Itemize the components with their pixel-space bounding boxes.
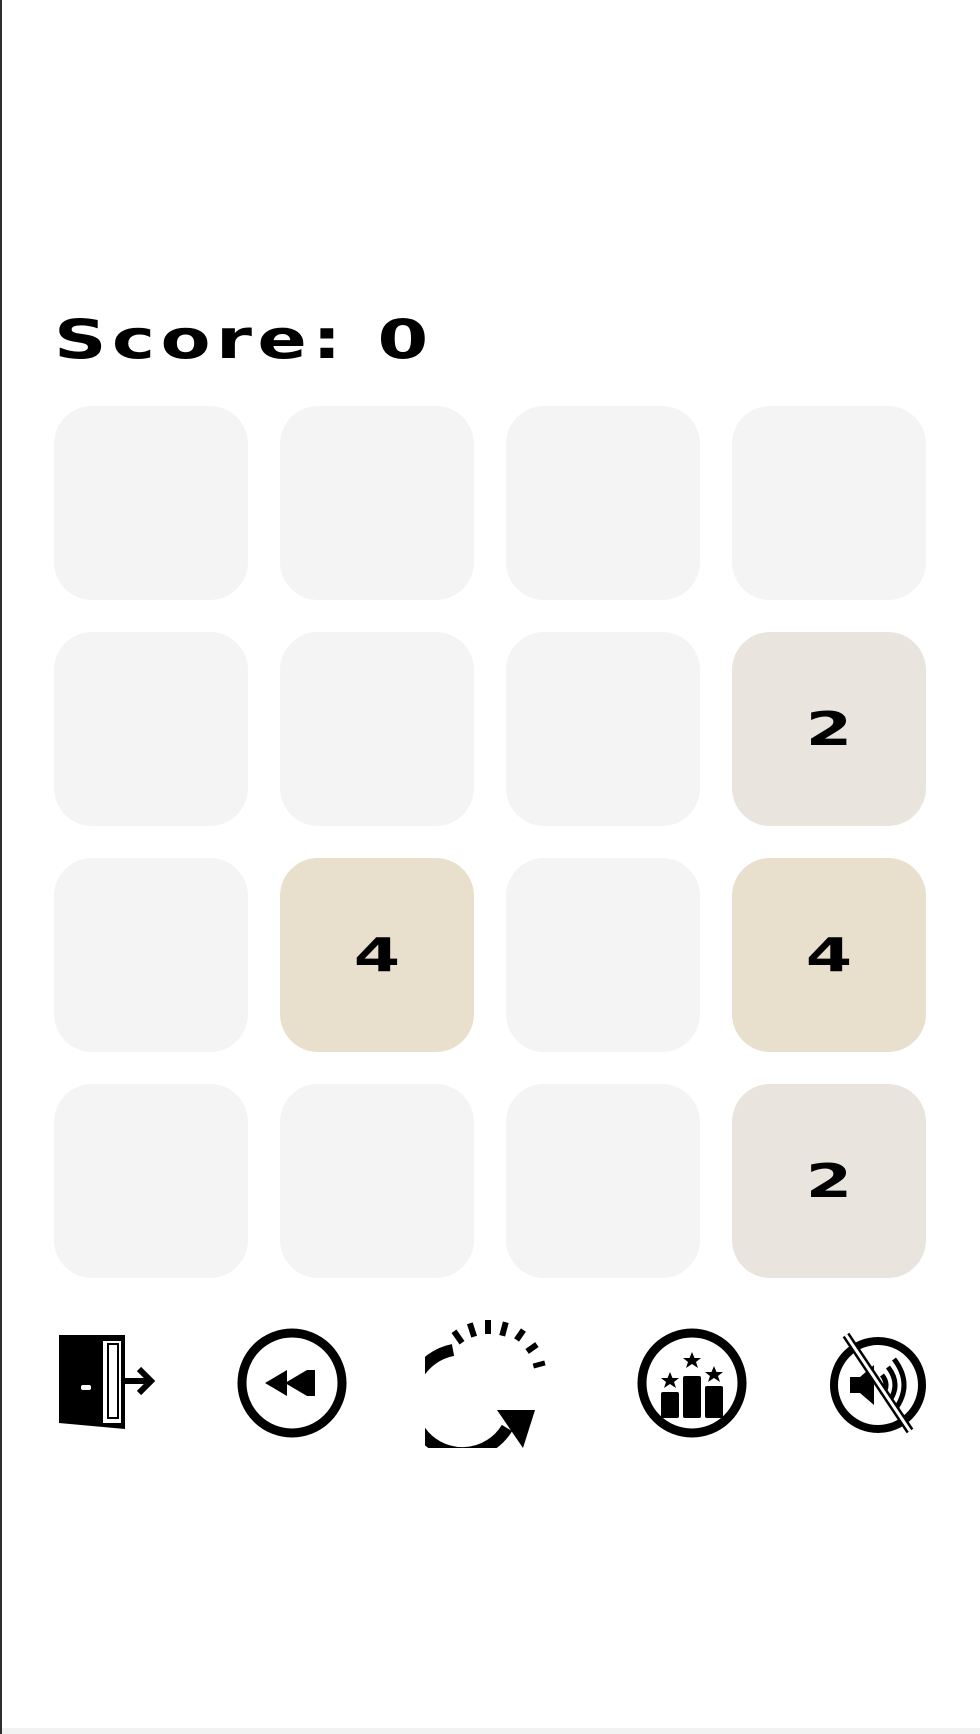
window-left-edge	[0, 0, 2, 1734]
score-label: Score: 0	[54, 308, 434, 371]
undo-button[interactable]	[234, 1316, 350, 1450]
sound-toggle-button[interactable]	[826, 1316, 930, 1450]
tile-empty	[506, 632, 700, 826]
tile-empty	[54, 1084, 248, 1278]
exit-door-icon	[59, 1335, 156, 1429]
tile-2: 2	[732, 632, 926, 826]
tile-empty	[54, 858, 248, 1052]
tile-empty	[506, 858, 700, 1052]
tile-4: 4	[280, 858, 474, 1052]
tile-2: 2	[732, 1084, 926, 1278]
exit-button[interactable]	[50, 1316, 160, 1450]
tile-value: 4	[805, 928, 853, 982]
tile-empty	[280, 1084, 474, 1278]
restart-button[interactable]	[424, 1316, 556, 1450]
game-board[interactable]: 2 4 4 2	[54, 406, 928, 1280]
restart-arrow-icon	[425, 1320, 546, 1448]
sound-muted-icon	[830, 1332, 926, 1434]
bottom-band	[2, 1728, 980, 1734]
tile-empty	[732, 406, 926, 600]
tile-4: 4	[732, 858, 926, 1052]
control-bar	[0, 1316, 980, 1450]
tile-value: 2	[805, 1154, 853, 1208]
rewind-icon	[237, 1328, 347, 1438]
tile-empty	[54, 632, 248, 826]
tile-empty	[506, 406, 700, 600]
tile-empty	[280, 632, 474, 826]
tile-value: 2	[805, 702, 853, 756]
tile-value: 4	[353, 928, 401, 982]
tile-empty	[506, 1084, 700, 1278]
leaderboard-button[interactable]	[634, 1316, 750, 1450]
podium-stars-icon	[637, 1328, 747, 1438]
tile-empty	[280, 406, 474, 600]
tile-empty	[54, 406, 248, 600]
